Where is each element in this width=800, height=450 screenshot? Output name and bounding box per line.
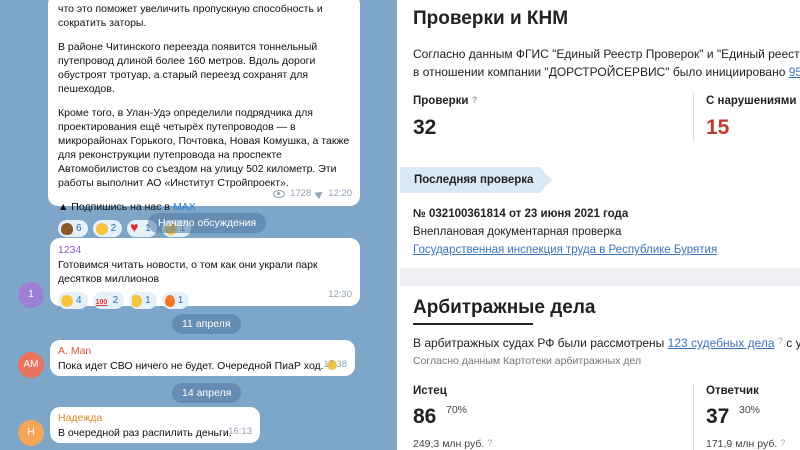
subscribe-prefix: ▲ Подпишись на нас в (58, 201, 173, 213)
message-author[interactable]: Надежда (58, 411, 252, 425)
avatar[interactable]: 1 (18, 282, 44, 308)
reaction-fire[interactable]: 1 (161, 292, 190, 309)
help-icon[interactable]: ? (487, 438, 492, 448)
arbitration-title: Арбитражные дела (413, 297, 596, 318)
last-check-number: № 032100361814 от 23 июня 2021 года (413, 208, 629, 220)
subscribe-line: ▲ Подпишись на нас в MAX (58, 200, 350, 214)
share-icon[interactable] (314, 188, 325, 200)
hundred-emoji-icon (96, 295, 110, 310)
chat-message: Надежда В очередной раз распилить деньги… (50, 407, 260, 443)
message-time: 12:30 (328, 289, 352, 300)
arbitration-source: Согласно данным Картотеки арбитражных де… (413, 355, 642, 367)
poop-emoji-icon (61, 222, 73, 235)
message-author[interactable]: 1234 (58, 243, 352, 257)
plaintiff-sum: 249,3 млн руб. (413, 438, 485, 450)
discussion-start-label: Начало обсуждения (148, 213, 267, 233)
thumbs-up-emoji-icon (132, 294, 143, 307)
arbitration-line: В арбитражных судах РФ были рассмотрены … (413, 336, 800, 350)
checks-label-text: Проверки (413, 95, 469, 107)
last-check-type: Внеплановая документарная проверка (413, 226, 622, 238)
chat-message: A. Man Пока идет СВО ничего не будет. Оч… (50, 340, 355, 376)
reaction-thumbs-up[interactable]: 1 (129, 292, 157, 309)
avatar[interactable]: AM (18, 352, 44, 378)
reaction-count: 4 (76, 294, 82, 306)
message-reactions: 4 2 1 1 (58, 292, 352, 310)
defendant-percent: 30% (739, 404, 761, 416)
post-paragraph: В районе Читинского переезда появится то… (58, 41, 318, 95)
cases-count-link[interactable]: 123 судебных дела (668, 336, 775, 350)
reaction-grin[interactable]: 4 (58, 292, 88, 309)
plaintiff-label: Истец (413, 385, 447, 397)
post-paragraph: что это поможет увеличить пропускную спо… (58, 3, 323, 29)
grin-emoji-icon (61, 294, 73, 307)
last-check-tag: Последняя проверка (400, 167, 552, 193)
chat-panel: что это поможет увеличить пропускную спо… (0, 0, 400, 450)
company-report: Проверки и КНМ Согласно данным ФГИС "Еди… (400, 0, 800, 450)
inspections-intro-line: в отношении компании "ДОРСТРОЙСЕРВИС" бы… (413, 65, 800, 79)
stats-divider (693, 383, 694, 450)
defendant-sum-line: 171,9 млн руб. ? (706, 438, 785, 450)
reaction-count: 6 (76, 222, 82, 234)
avatar[interactable]: Н (18, 420, 44, 446)
views-count: 1728 (290, 188, 312, 199)
inspections-title: Проверки и КНМ (413, 8, 569, 29)
max-link[interactable]: MAX (173, 201, 196, 213)
post-time: 12:20 (328, 188, 352, 199)
message-text: Готовимся читать новости, о том как они … (58, 259, 318, 285)
checks-value: 32 (413, 116, 437, 139)
eye-icon (273, 190, 286, 198)
thinking-emoji-icon (95, 222, 108, 235)
message-author[interactable]: A. Man (58, 344, 347, 358)
message-text: Пока идет СВО ничего не будет. Очередной… (58, 360, 324, 372)
reaction-count: 1 (177, 294, 184, 306)
message-time: 16:13 (228, 426, 252, 437)
arbitration-suffix: с участ (786, 336, 800, 350)
inspections-intro-line: Согласно данным ФГИС "Единый Реестр Пров… (413, 47, 800, 61)
help-icon[interactable]: ? (472, 95, 478, 105)
reaction-hundred[interactable]: 2 (92, 292, 125, 310)
post-meta: 1728 12:20 (273, 187, 352, 201)
heart-emoji-icon (130, 220, 142, 234)
defendant-value: 37 (706, 405, 730, 428)
stats-divider (693, 93, 694, 141)
defendant-label: Ответчик (706, 385, 759, 397)
defendant-sum: 171,9 млн руб. (706, 438, 778, 450)
reaction-count: 1 (145, 294, 151, 306)
plaintiff-value: 86 (413, 405, 437, 428)
checks-label: Проверки ? (413, 95, 477, 107)
inspections-intro-prefix: в отношении компании "ДОРСТРОЙСЕРВИС" бы… (413, 65, 789, 79)
channel-post: что это поможет увеличить пропускную спо… (48, 0, 360, 237)
reaction-poop[interactable]: 6 (58, 220, 88, 237)
arbitration-prefix: В арбитражных судах РФ были рассмотрены (413, 336, 668, 350)
date-separator: 11 апреля (172, 314, 241, 334)
reaction-thinking[interactable]: 2 (92, 220, 123, 237)
title-underline (413, 323, 533, 325)
reaction-count: 2 (112, 294, 119, 306)
chat-message: 1234 Готовимся читать новости, о том как… (50, 238, 360, 310)
plaintiff-percent: 70% (446, 404, 468, 416)
last-check-authority-link[interactable]: Государственная инспекция труда в Респуб… (413, 244, 717, 256)
reaction-count: 2 (110, 222, 117, 234)
section-separator (400, 268, 800, 286)
last-check-authority-line: Государственная инспекция труда в Респуб… (413, 244, 717, 256)
message-text-line: Пока идет СВО ничего не будет. Очередной… (58, 359, 347, 373)
help-icon[interactable]: ? (780, 438, 785, 448)
post-paragraph: Кроме того, в Улан-Удэ определили подряд… (58, 107, 350, 189)
fire-emoji-icon (164, 294, 175, 307)
violations-label: С нарушениями (706, 95, 797, 107)
inspections-count-link[interactable]: 95 пров (789, 65, 800, 79)
message-time: 17:38 (323, 359, 347, 370)
violations-value: 15 (706, 116, 730, 139)
message-text: В очередной раз распилить деньги. (58, 427, 232, 439)
plaintiff-sum-line: 249,3 млн руб. ? (413, 438, 492, 450)
date-separator: 14 апреля (172, 383, 242, 403)
